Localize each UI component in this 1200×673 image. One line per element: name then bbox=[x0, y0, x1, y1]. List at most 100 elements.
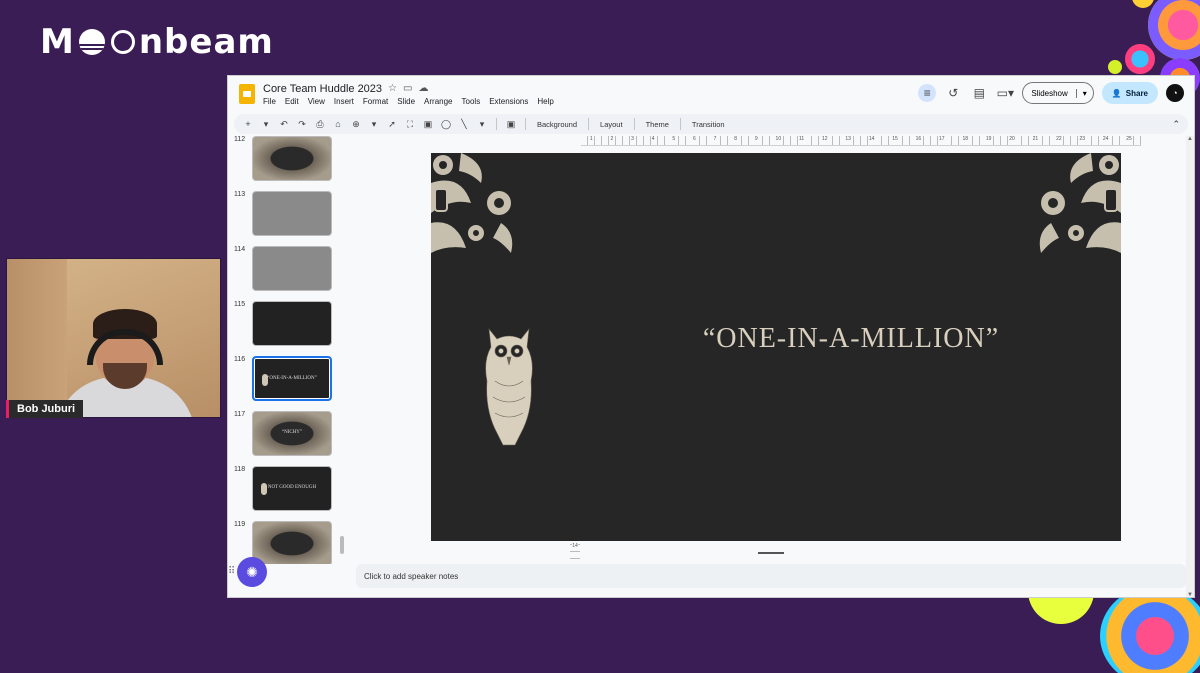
menu-item-edit[interactable]: Edit bbox=[285, 97, 299, 106]
slideshow-button[interactable]: Slideshow ▾ bbox=[1022, 82, 1094, 104]
slide-thumbnail[interactable] bbox=[252, 521, 332, 564]
redo-icon[interactable]: ↷ bbox=[296, 119, 308, 130]
menu-item-format[interactable]: Format bbox=[363, 97, 388, 106]
ruler-tick: 16 bbox=[914, 136, 923, 145]
menu-item-tools[interactable]: Tools bbox=[462, 97, 481, 106]
slide-number: 119 bbox=[234, 521, 246, 528]
chevron-down-icon[interactable]: ▾ bbox=[1075, 88, 1093, 98]
frame-select-icon[interactable]: ⛶ bbox=[404, 119, 416, 130]
new-slide-icon[interactable]: + bbox=[242, 119, 254, 129]
slide-thumbnail[interactable] bbox=[252, 246, 332, 291]
speaker-notes-area[interactable]: Click to add speaker notes bbox=[356, 564, 1186, 588]
speaker-notes-placeholder[interactable]: Click to add speaker notes bbox=[364, 572, 458, 581]
image-icon[interactable]: ▣ bbox=[422, 119, 434, 130]
slide-number: 114 bbox=[234, 246, 246, 253]
slide-number: 112 bbox=[234, 136, 246, 143]
slide-number: 118 bbox=[234, 466, 246, 473]
background-button[interactable]: Background bbox=[534, 120, 580, 129]
moon-icon bbox=[110, 30, 135, 54]
slide-thumbnail[interactable] bbox=[252, 191, 332, 236]
layout-button[interactable]: Layout bbox=[597, 120, 626, 129]
slide-thumbnail-row[interactable]: 118 NOT GOOD ENOUGH bbox=[228, 466, 338, 512]
menu-item-extensions[interactable]: Extensions bbox=[489, 97, 528, 106]
slide-thumbnail-row[interactable]: 114 bbox=[228, 246, 338, 292]
shape-icon[interactable]: ◯ bbox=[440, 119, 452, 130]
slideshow-label[interactable]: Slideshow bbox=[1023, 89, 1075, 98]
ruler-tick: 20 bbox=[1008, 136, 1016, 145]
slide-thumbnail[interactable] bbox=[252, 301, 332, 346]
comments-mode-icon[interactable]: ≡ bbox=[918, 84, 937, 102]
transition-button[interactable]: Transition bbox=[689, 120, 728, 129]
paint-format-icon[interactable]: ⌂ bbox=[332, 119, 344, 129]
ruler-tick: 6 bbox=[692, 136, 697, 145]
webcam-video bbox=[6, 258, 221, 418]
ruler-tick: 22 bbox=[1055, 136, 1063, 145]
ruler-tick: 2 bbox=[609, 136, 615, 145]
star-icon[interactable]: ☆ bbox=[388, 83, 397, 94]
ruler-tick: 17 bbox=[938, 136, 946, 145]
comment-add-icon[interactable]: ▣ bbox=[505, 119, 517, 130]
notes-resize-handle[interactable] bbox=[758, 552, 784, 554]
vertical-scrollbar[interactable]: ▲ ▼ bbox=[1186, 136, 1194, 597]
chevron-down-icon[interactable]: ▾ bbox=[368, 119, 380, 130]
ruler-tick: 9 bbox=[753, 136, 759, 145]
slides-logo-icon[interactable] bbox=[239, 84, 255, 104]
ruler-tick: 13 bbox=[844, 136, 852, 145]
slide-thumbnail[interactable]: “NICHY” bbox=[252, 411, 332, 456]
horizontal-ruler: 1 2 3 4 5 6 7 8 9 10 11 12 13 14 15 16 17 18 19 20 21 22 23 24 2… bbox=[581, 136, 1141, 146]
slide-thumbnail-row[interactable]: 115 bbox=[228, 301, 338, 347]
cloud-status-icon[interactable]: ☁ bbox=[418, 83, 428, 94]
menu-item-view[interactable]: View bbox=[308, 97, 325, 106]
scroll-down-icon[interactable]: ▼ bbox=[1187, 592, 1193, 597]
ruler-tick: 14 bbox=[867, 136, 876, 145]
select-cursor-icon[interactable]: ➚ bbox=[386, 119, 398, 130]
comment-icon[interactable]: ▤ bbox=[970, 84, 988, 102]
print-icon[interactable]: ⎙ bbox=[314, 119, 326, 130]
slide-thumbnail-row[interactable]: 116 “ONE-IN-A-MILLION” bbox=[228, 356, 338, 402]
slide-thumbnail-row[interactable]: 112 bbox=[228, 136, 338, 182]
grid-view-icon[interactable]: ⠿ bbox=[228, 566, 235, 577]
floral-ornament-left bbox=[431, 153, 513, 253]
menu-item-arrange[interactable]: Arrange bbox=[424, 97, 452, 106]
slide-filmstrip: 112 113 114 115 116 “ONE-IN-A-MILLION” 117 “NIC… bbox=[228, 134, 338, 564]
meet-camera-icon[interactable]: ▭▾ bbox=[996, 84, 1014, 102]
ruler-tick: 1 bbox=[588, 136, 594, 145]
people-icon: 👤 bbox=[1111, 88, 1122, 98]
menu-item-insert[interactable]: Insert bbox=[334, 97, 354, 106]
undo-icon[interactable]: ↶ bbox=[278, 119, 290, 130]
menu-item-slide[interactable]: Slide bbox=[397, 97, 415, 106]
ruler-tick: 7 bbox=[712, 136, 718, 145]
slide-number: 115 bbox=[234, 301, 246, 308]
chevron-down-icon[interactable]: ▾ bbox=[476, 119, 488, 130]
ruler-tick: 5 bbox=[671, 136, 677, 145]
gemini-assistant-button[interactable]: ✺ bbox=[237, 557, 267, 587]
slide-thumbnail[interactable]: NOT GOOD ENOUGH bbox=[252, 466, 332, 511]
menu-item-help[interactable]: Help bbox=[537, 97, 553, 106]
account-avatar[interactable]: ◔ bbox=[1166, 84, 1184, 102]
menu-item-file[interactable]: File bbox=[263, 97, 276, 106]
logo-text-end: nbeam bbox=[138, 22, 274, 62]
slide-thumbnail[interactable]: “ONE-IN-A-MILLION” bbox=[252, 356, 332, 401]
ruler-tick: 19 bbox=[984, 136, 993, 145]
slide-thumbnail[interactable] bbox=[252, 136, 332, 181]
theme-button[interactable]: Theme bbox=[643, 120, 672, 129]
slide-number: 116 bbox=[234, 356, 246, 363]
slide-thumbnail-row[interactable]: 113 bbox=[228, 191, 338, 237]
scroll-up-icon[interactable]: ▲ bbox=[1187, 136, 1193, 142]
slide-title-text[interactable]: “ONE-IN-A-MILLION” bbox=[581, 323, 1121, 355]
logo-text-start: M bbox=[40, 22, 75, 62]
share-button[interactable]: 👤 Share bbox=[1101, 82, 1158, 104]
share-label: Share bbox=[1125, 88, 1148, 98]
ruler-tick: 12 bbox=[821, 136, 829, 145]
zoom-icon[interactable]: ⊕ bbox=[350, 119, 362, 130]
filmstrip-scrollbar[interactable] bbox=[340, 536, 344, 554]
chevron-up-icon[interactable]: ⌃ bbox=[1172, 119, 1180, 130]
thumbnail-text: NOT GOOD ENOUGH bbox=[267, 485, 317, 490]
line-icon[interactable]: ╲ bbox=[458, 119, 470, 130]
document-title[interactable]: Core Team Huddle 2023 bbox=[263, 83, 382, 95]
current-slide[interactable]: “ONE-IN-A-MILLION” bbox=[431, 153, 1121, 541]
version-history-icon[interactable]: ↺ bbox=[944, 84, 962, 102]
chevron-down-icon[interactable]: ▾ bbox=[260, 119, 272, 130]
slide-thumbnail-row[interactable]: 117 “NICHY” bbox=[228, 411, 338, 457]
move-folder-icon[interactable]: ▭ bbox=[403, 83, 412, 94]
